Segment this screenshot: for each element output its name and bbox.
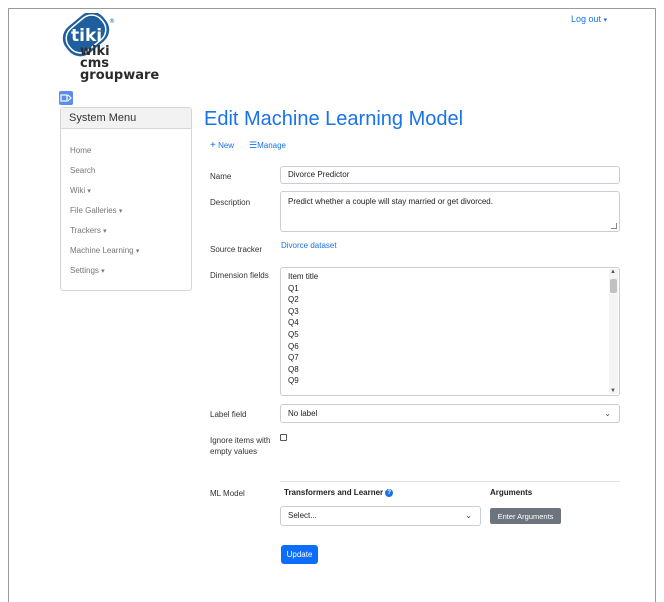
list-item[interactable]: Q6: [288, 341, 612, 353]
dimension-fields-label: Dimension fields: [210, 271, 269, 280]
menu-item-machine-learning[interactable]: Machine Learning ▾: [70, 246, 139, 255]
list-item[interactable]: Q9: [288, 375, 612, 387]
chevron-down-icon: ⌄: [604, 409, 611, 418]
label-field-select[interactable]: No label ⌄: [280, 404, 620, 423]
page-title: Edit Machine Learning Model: [204, 108, 464, 130]
chevron-down-icon: ⌄: [465, 511, 472, 520]
menu-item-settings[interactable]: Settings ▾: [70, 266, 105, 275]
caret-down-icon: ▾: [101, 268, 105, 275]
caret-down-icon: ▾: [118, 208, 123, 215]
arguments-column-header: Arguments: [490, 488, 533, 497]
model-select[interactable]: Select... ⌄: [280, 506, 481, 526]
ignore-empty-checkbox[interactable]: [280, 434, 287, 441]
listbox-scrollbar[interactable]: ▲ ▼: [609, 269, 618, 394]
source-tracker-label: Source tracker: [210, 245, 263, 254]
list-item[interactable]: Q4: [288, 317, 612, 329]
list-item[interactable]: Q7: [288, 352, 612, 364]
menu-item-home[interactable]: Home: [70, 146, 91, 155]
system-menu: System Menu Home Search Wiki ▾ File Gall…: [60, 107, 192, 291]
svg-text:®: ®: [109, 18, 115, 25]
sidebar-toggle-icon[interactable]: [59, 91, 73, 105]
divider: [280, 481, 620, 482]
new-link[interactable]: + New: [210, 140, 234, 151]
caret-down-icon: ▾: [103, 228, 107, 235]
logo-wordmark: wiki cms groupware: [80, 44, 160, 83]
resize-handle-icon[interactable]: [611, 223, 617, 229]
svg-text:tiki: tiki: [71, 26, 102, 46]
list-item[interactable]: Q1: [288, 283, 612, 295]
list-item[interactable]: Q8: [288, 364, 612, 376]
dimension-fields-listbox[interactable]: Item title Q1 Q2 Q3 Q4 Q5 Q6 Q7 Q8 Q9 ▲ …: [280, 267, 620, 396]
label-field-label: Label field: [210, 410, 247, 419]
menu-item-search[interactable]: Search: [70, 166, 95, 175]
list-item[interactable]: Q3: [288, 306, 612, 318]
name-input[interactable]: Divorce Predictor: [280, 166, 620, 184]
list-item[interactable]: Q2: [288, 294, 612, 306]
help-icon[interactable]: ?: [385, 488, 394, 497]
menu-item-trackers[interactable]: Trackers ▾: [70, 226, 107, 235]
scrollbar-thumb[interactable]: [610, 279, 617, 293]
ml-model-label: ML Model: [210, 489, 245, 498]
list-item[interactable]: Q5: [288, 329, 612, 341]
transformers-column-header: Transformers and Learner?: [284, 488, 394, 497]
list-icon: ☰: [249, 140, 258, 150]
logout-link[interactable]: Log out ▾: [571, 14, 607, 24]
system-menu-title: System Menu: [61, 108, 191, 129]
update-button[interactable]: Update: [281, 545, 318, 564]
name-label: Name: [210, 172, 232, 181]
caret-down-icon: ▾: [603, 17, 608, 24]
list-item[interactable]: Item title: [288, 271, 612, 283]
caret-down-icon: ▾: [135, 248, 140, 255]
scroll-down-icon[interactable]: ▼: [610, 388, 616, 394]
description-label: Description: [210, 198, 251, 207]
manage-link[interactable]: ☰Manage: [249, 140, 286, 151]
ignore-empty-label: Ignore items with empty values: [210, 436, 271, 456]
plus-icon: +: [210, 140, 216, 151]
enter-arguments-button[interactable]: Enter Arguments: [490, 508, 561, 524]
menu-item-file-galleries[interactable]: File Galleries ▾: [70, 206, 122, 215]
caret-down-icon: ▾: [87, 188, 91, 195]
source-tracker-link[interactable]: Divorce dataset: [281, 241, 337, 250]
scroll-up-icon[interactable]: ▲: [610, 269, 616, 275]
description-textarea[interactable]: Predict whether a couple will stay marri…: [280, 191, 620, 232]
menu-item-wiki[interactable]: Wiki ▾: [70, 186, 91, 195]
